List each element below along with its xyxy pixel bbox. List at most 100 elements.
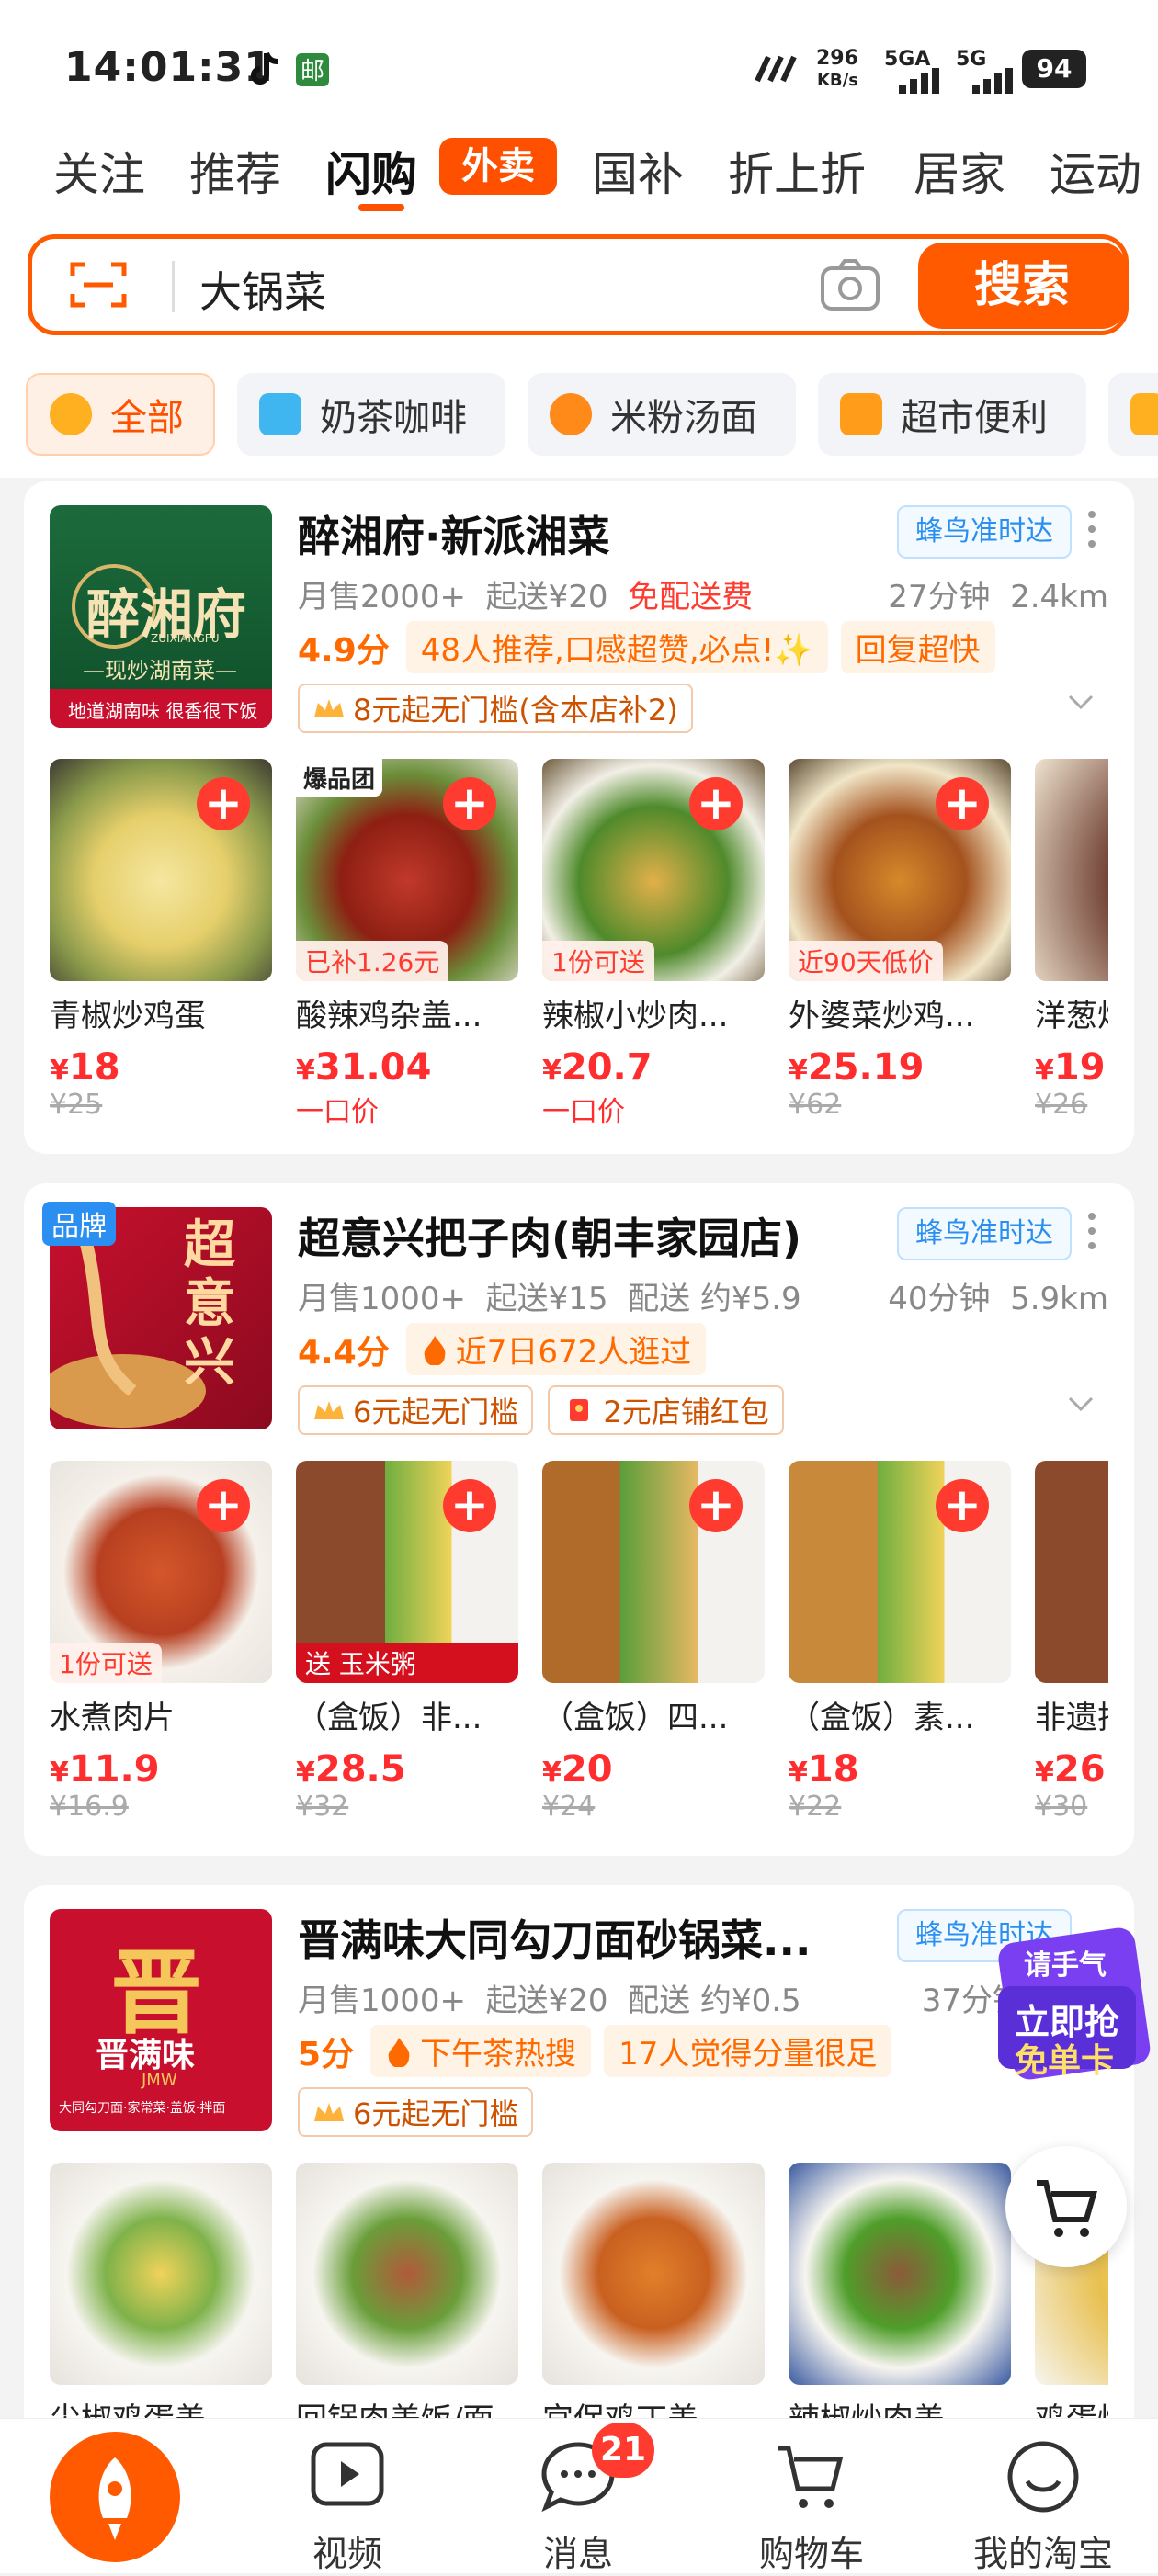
dish-item[interactable]: 非遗把 ¥26 ¥30 <box>1035 1461 1108 1823</box>
category-label: 奶茶咖啡 <box>320 397 467 439</box>
scan-icon[interactable] <box>69 259 128 311</box>
store-name[interactable]: 晋满味大同勾刀面砂锅菜... <box>298 1907 811 1968</box>
tab-recommend[interactable]: 推荐 <box>189 138 281 204</box>
add-to-cart-button[interactable]: + <box>197 777 250 830</box>
store-icon <box>840 393 882 435</box>
store-name[interactable]: 超意兴把子肉(朝丰家园店) <box>298 1205 801 1266</box>
bowl-icon <box>50 393 92 435</box>
store-card[interactable]: 醉湘府 ZUIXIANGFU —现炒湖南菜— 地道湖南味 很香很下饭 醉湘府·新… <box>24 481 1134 1154</box>
dish-image[interactable] <box>789 2163 1011 2385</box>
app-notification-icon: 邮 <box>296 53 329 86</box>
category-filter: 全部 奶茶咖啡 米粉汤面 超市便利 <box>0 349 1158 478</box>
tab-home[interactable]: 居家 <box>914 138 1005 204</box>
add-to-cart-button[interactable]: + <box>936 777 989 830</box>
search-box[interactable]: 大锅菜 搜索 <box>28 234 1129 335</box>
dish-item[interactable]: 洋葱炒 ¥19 ¥26 <box>1035 759 1108 1121</box>
tab-subsidy[interactable]: 国补 <box>592 138 684 204</box>
logo-footer: 地道湖南味 很香很下饭 <box>68 700 258 722</box>
dish-image[interactable] <box>50 2163 272 2385</box>
dish-item[interactable]: 宫保鸡丁盖 <box>542 2163 765 2436</box>
dish-name: 酸辣鸡杂盖... <box>296 998 482 1034</box>
noodle-icon <box>550 393 592 435</box>
search-button[interactable]: 搜索 <box>918 243 1126 329</box>
logo-sub: ZUIXIANGFU <box>151 632 220 645</box>
add-to-cart-button[interactable]: + <box>443 777 496 830</box>
store-logo[interactable]: 醉湘府 ZUIXIANGFU —现炒湖南菜— 地道湖南味 很香很下饭 <box>50 505 272 728</box>
dish-image[interactable] <box>1035 759 1108 981</box>
tab-flash[interactable]: 闪购 <box>325 138 417 204</box>
dish-item[interactable]: 尖椒鸡蛋盖 <box>50 2163 272 2436</box>
dish-price: ¥25.19 <box>789 1046 925 1089</box>
dish-item[interactable]: 辣椒炒肉盖 <box>789 2163 1011 2436</box>
add-to-cart-button[interactable]: + <box>689 777 743 830</box>
fire-icon <box>388 2037 410 2067</box>
category-more[interactable] <box>1108 373 1158 456</box>
dish-price: ¥18 <box>50 1046 120 1089</box>
delivery-badge: 蜂鸟准时达 <box>897 505 1072 559</box>
speed-icon <box>755 55 797 83</box>
tab-sports[interactable]: 运动 <box>1050 138 1158 204</box>
camera-icon[interactable] <box>819 257 881 312</box>
store-logo[interactable]: 晋 晋满味 JMW 大同勾刀面·家常菜·盖饭·拌面 <box>50 1909 272 2131</box>
nav-home-rocket[interactable] <box>50 2432 180 2562</box>
category-market[interactable]: 超市便利 <box>818 373 1086 456</box>
dish-image[interactable] <box>542 2163 765 2385</box>
store-score: 5分 <box>298 2035 355 2073</box>
shopping-cart-icon[interactable] <box>770 2435 853 2518</box>
red-packet-coupon[interactable]: 2元店铺红包 <box>548 1385 784 1435</box>
dish-name: 非遗把 <box>1035 1700 1108 1736</box>
nav-profile-label[interactable]: 我的淘宝 <box>970 2525 1117 2576</box>
promo-line3: 免单卡 <box>1015 2042 1115 2080</box>
category-milktea[interactable]: 奶茶咖啡 <box>237 373 505 456</box>
dish-price-note: 一口价 <box>542 1096 625 1128</box>
crown-icon <box>314 1401 344 1419</box>
dish-old-price: ¥16.9 <box>50 1791 129 1823</box>
add-to-cart-button[interactable]: + <box>936 1479 989 1532</box>
coupon[interactable]: 8元起无门槛(含本店补2) <box>298 684 693 733</box>
search-input[interactable]: 大锅菜 <box>199 259 326 320</box>
trending-chip: 下午茶热搜 <box>370 2025 592 2077</box>
dish-item[interactable]: 回锅肉盖饭/面 <box>296 2163 518 2436</box>
more-options-icon[interactable] <box>1088 511 1097 553</box>
bottom-navigation: 视频 21 消息 购物车 我的淘宝 <box>0 2418 1158 2576</box>
free-order-promo[interactable]: 请手气 立即抢 免单卡 <box>987 1922 1152 2096</box>
tab-discount[interactable]: 折上折 <box>728 138 866 204</box>
nav-messages-label[interactable]: 消息 <box>505 2525 652 2576</box>
dish-image[interactable] <box>296 2163 518 2385</box>
add-to-cart-button[interactable]: + <box>197 1479 250 1532</box>
profile-face-icon[interactable] <box>1002 2435 1084 2518</box>
search-area: 大锅菜 搜索 <box>0 230 1158 349</box>
dish-image[interactable] <box>1035 1461 1108 1683</box>
store-card[interactable]: 晋 晋满味 JMW 大同勾刀面·家常菜·盖饭·拌面 晋满味大同勾刀面砂锅菜...… <box>24 1885 1134 2436</box>
coupon[interactable]: 6元起无门槛 <box>298 1385 534 1435</box>
video-icon[interactable] <box>306 2435 389 2518</box>
add-to-cart-button[interactable]: + <box>689 1479 743 1532</box>
store-coupons: 6元起无门槛 <box>298 2087 548 2137</box>
brand-badge: 品牌 <box>42 1202 116 1246</box>
chevron-down-icon[interactable] <box>1068 695 1094 711</box>
chevron-down-icon[interactable] <box>1068 1396 1094 1413</box>
dish-name: 外婆菜炒鸡... <box>789 998 975 1034</box>
store-coupons: 8元起无门槛(含本店补2) <box>298 684 708 733</box>
gift-tag: 送 玉米粥 <box>296 1643 518 1683</box>
coupon[interactable]: 6元起无门槛 <box>298 2087 534 2137</box>
dish-price: ¥26 <box>1035 1748 1106 1791</box>
add-to-cart-button[interactable]: + <box>443 1479 496 1532</box>
dish-name: （盒饭）素... <box>789 1700 975 1736</box>
active-tab-indicator <box>358 204 404 211</box>
store-name[interactable]: 醉湘府·新派湘菜 <box>298 503 609 564</box>
tab-follow[interactable]: 关注 <box>53 138 145 204</box>
visits-chip: 近7日672人逛过 <box>405 1323 707 1375</box>
nav-cart-label[interactable]: 购物车 <box>738 2525 885 2576</box>
dish-name: （盒饭）四... <box>542 1700 729 1736</box>
nav-video-label[interactable]: 视频 <box>274 2525 421 2576</box>
store-tags: 5分 下午茶热搜 17人觉得分量很足 <box>298 2025 904 2077</box>
takeout-badge[interactable]: 外卖 <box>439 138 557 195</box>
category-all[interactable]: 全部 <box>26 373 215 456</box>
category-noodles[interactable]: 米粉汤面 <box>528 373 796 456</box>
store-card[interactable]: 超意兴 品牌 超意兴把子肉(朝丰家园店) 蜂鸟准时达 月售1000+ 起送¥15… <box>24 1183 1134 1856</box>
dish-tag: 近90天低价 <box>789 941 943 981</box>
dish-price: ¥28.5 <box>296 1748 406 1791</box>
more-options-icon[interactable] <box>1088 1213 1097 1255</box>
floating-cart-button[interactable] <box>1005 2146 1127 2267</box>
